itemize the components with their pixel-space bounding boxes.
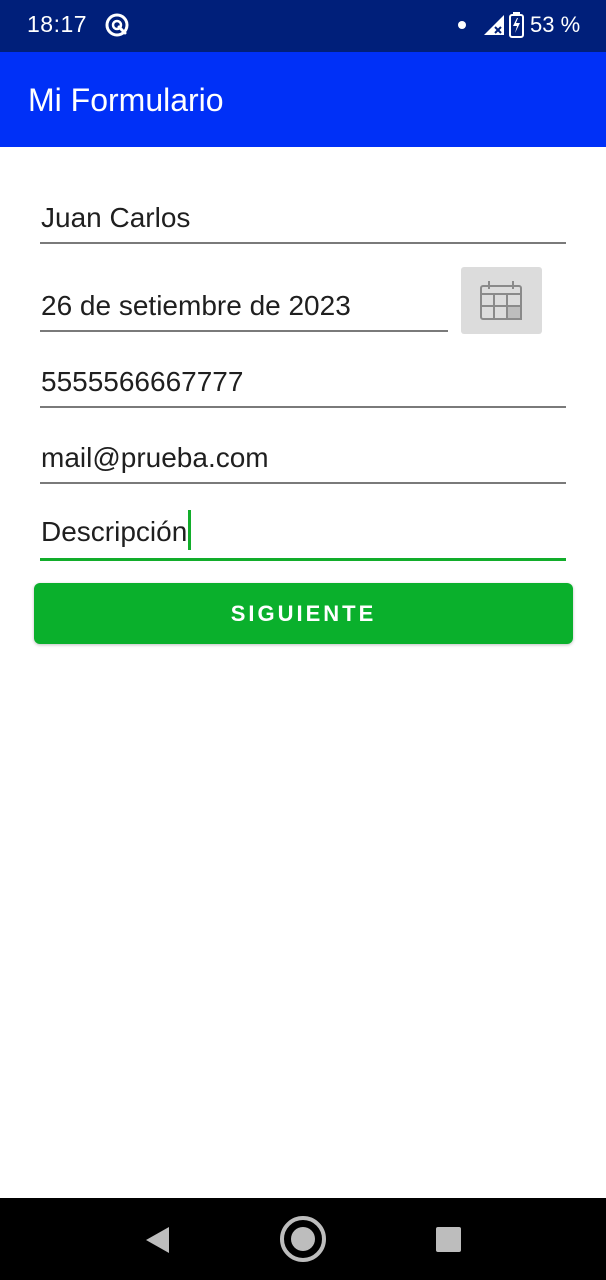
battery-icon <box>509 12 524 38</box>
page-title: Mi Formulario <box>28 82 224 118</box>
name-field[interactable]: Juan Carlos <box>40 194 566 244</box>
description-field-value: Descripción <box>41 510 192 550</box>
phone-field-value: 5555566667777 <box>41 366 244 397</box>
description-field[interactable]: Descripción <box>40 510 566 561</box>
email-field[interactable]: mail@prueba.com <box>40 434 566 484</box>
calendar-icon <box>480 281 522 320</box>
next-button[interactable]: SIGUIENTE <box>34 583 573 644</box>
dot-icon <box>458 21 466 29</box>
text-cursor <box>188 510 192 550</box>
signal-icon <box>484 15 504 35</box>
app-bar: Mi Formulario <box>0 52 606 147</box>
back-icon[interactable] <box>145 1226 171 1254</box>
recents-icon[interactable] <box>436 1227 461 1252</box>
status-bar: 18:17 53 % <box>0 0 606 52</box>
calendar-button[interactable] <box>461 267 542 334</box>
email-field-value: mail@prueba.com <box>41 442 269 473</box>
name-field-value: Juan Carlos <box>41 202 191 233</box>
phone-field[interactable]: 5555566667777 <box>40 358 566 408</box>
navigation-bar <box>0 1198 606 1280</box>
date-field-value: 26 de setiembre de 2023 <box>41 290 351 321</box>
status-time: 18:17 <box>27 11 88 37</box>
description-text: Descripción <box>41 516 188 547</box>
home-icon[interactable] <box>279 1215 327 1263</box>
battery-percentage: 53 % <box>530 12 581 37</box>
app-notification-icon <box>105 13 129 37</box>
date-field[interactable]: 26 de setiembre de 2023 <box>40 282 448 332</box>
